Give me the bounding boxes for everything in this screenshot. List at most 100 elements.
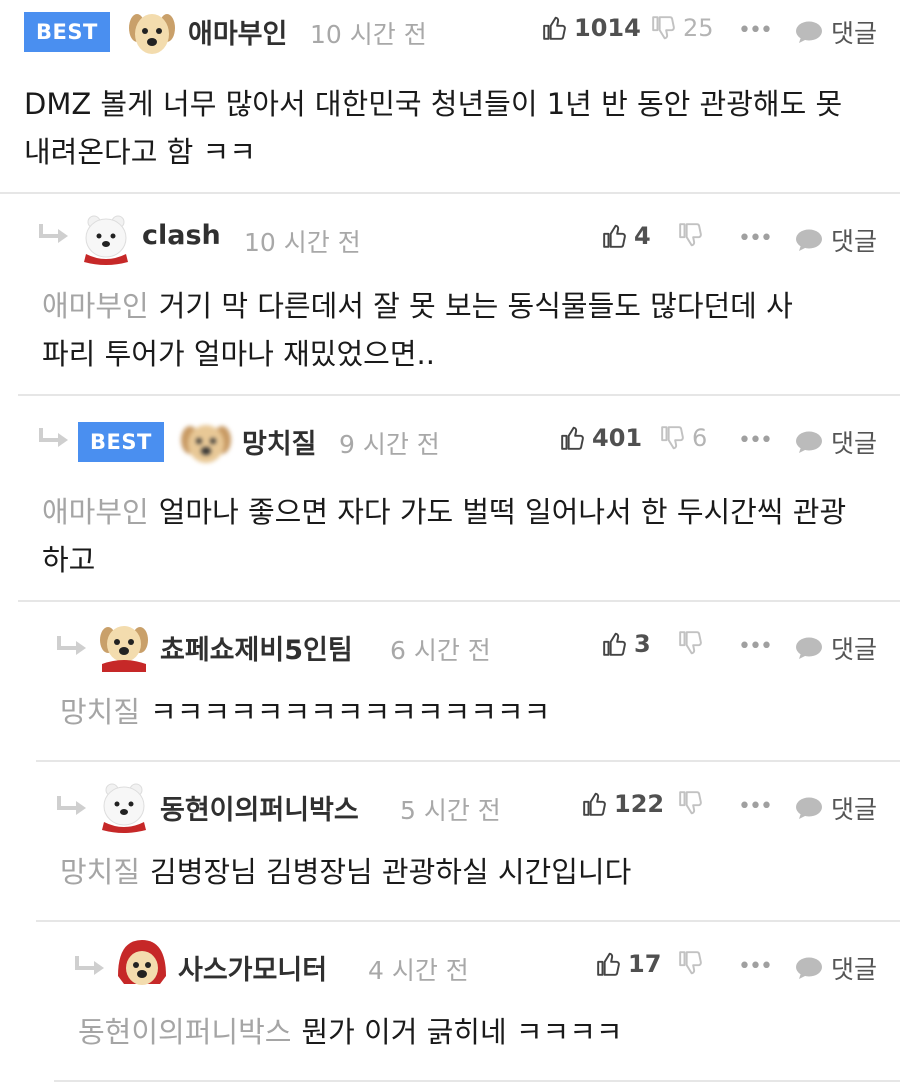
comment-body: 얼마나 좋으면 자다 가도 벌떡 일어나서 한 두시간씩 관광 하고 <box>42 495 847 577</box>
reply-arrow-icon <box>56 634 88 658</box>
thumbs-down-icon <box>661 426 684 450</box>
avatar[interactable] <box>78 210 134 266</box>
thumbs-up-icon <box>597 952 620 976</box>
thumbs-up-icon <box>603 224 626 248</box>
like-button[interactable]: 401 <box>560 424 642 452</box>
more-options-icon[interactable]: ••• <box>738 634 773 659</box>
reply-label: 댓글 <box>831 795 878 824</box>
comment-body: 뭔가 이거 긁히네 ㅋㅋㅋㅋ <box>301 1015 623 1049</box>
comment-body: DMZ 볼게 너무 많아서 대한민국 청년들이 1년 반 동안 관광해도 못 내… <box>24 87 843 169</box>
more-options-icon[interactable]: ••• <box>738 226 773 251</box>
thumbs-up-icon <box>561 426 584 450</box>
nickname[interactable]: clash <box>142 220 221 251</box>
dislike-count: 6 <box>692 424 708 452</box>
speech-bubble-icon <box>796 21 822 43</box>
speech-bubble-icon <box>796 229 822 251</box>
speech-bubble-icon <box>796 797 822 819</box>
comment: BEST 애마부인 10 시간 전 1014 25 ••• 댓글 DMZ 볼게 … <box>0 0 900 192</box>
dislike-button[interactable] <box>678 790 710 816</box>
reply-arrow-icon <box>56 794 88 818</box>
like-count: 1014 <box>574 14 641 42</box>
reply-button[interactable]: 댓글 <box>795 222 877 258</box>
avatar[interactable] <box>114 936 170 992</box>
timestamp: 10 시간 전 <box>310 20 427 49</box>
reply-button[interactable]: 댓글 <box>795 424 877 460</box>
timestamp: 4 시간 전 <box>368 956 469 985</box>
avatar[interactable] <box>96 618 152 674</box>
more-options-icon[interactable]: ••• <box>738 18 773 43</box>
avatar[interactable] <box>178 414 234 470</box>
comment-body: 김병장님 김병장님 관광하실 시간입니다 <box>150 855 632 889</box>
nickname[interactable]: 망치질 <box>242 422 317 461</box>
comment-text: DMZ 볼게 너무 많아서 대한민국 청년들이 1년 반 동안 관광해도 못 내… <box>24 80 864 176</box>
nickname[interactable]: 사스가모니터 <box>178 948 327 987</box>
thumbs-down-icon <box>679 951 702 975</box>
timestamp: 9 시간 전 <box>339 430 440 459</box>
reply-label: 댓글 <box>831 19 878 48</box>
reply-arrow-icon <box>38 222 70 246</box>
mention[interactable]: 애마부인 <box>42 495 149 529</box>
more-options-icon[interactable]: ••• <box>738 794 773 819</box>
thumbs-down-icon <box>652 16 675 40</box>
comment: 사스가모니터 4 시간 전 17 ••• 댓글 동현이의퍼니박스 뭔가 이거 긁히… <box>54 922 900 1080</box>
speech-bubble-icon <box>796 957 822 979</box>
dislike-button[interactable] <box>678 950 710 976</box>
mention[interactable]: 망치질 <box>60 695 140 729</box>
reply-button[interactable]: 댓글 <box>795 630 877 666</box>
like-count: 122 <box>614 790 665 818</box>
comment-text: 애마부인 얼마나 좋으면 자다 가도 벌떡 일어나서 한 두시간씩 관광 하고 <box>42 488 882 584</box>
dislike-button[interactable] <box>678 222 710 248</box>
comment-text: 망치질 김병장님 김병장님 관광하실 시간입니다 <box>60 848 860 896</box>
nickname[interactable]: 애마부인 <box>188 12 287 51</box>
dislike-button[interactable] <box>678 630 710 656</box>
dislike-count: 25 <box>683 14 714 42</box>
like-count: 3 <box>634 630 651 658</box>
comment-body: 거기 막 다른데서 잘 못 보는 동식물들도 많다던데 사파리 투어가 얼마나 … <box>42 289 793 371</box>
mention[interactable]: 동현이의퍼니박스 <box>78 1015 291 1049</box>
reply-arrow-icon <box>74 954 106 978</box>
like-button[interactable]: 17 <box>596 950 661 978</box>
speech-bubble-icon <box>796 637 822 659</box>
best-badge: BEST <box>24 12 110 52</box>
reply-button[interactable]: 댓글 <box>795 14 877 50</box>
mention[interactable]: 망치질 <box>60 855 140 889</box>
timestamp: 5 시간 전 <box>400 796 501 825</box>
mention[interactable]: 애마부인 <box>42 289 149 323</box>
reply-label: 댓글 <box>831 635 878 664</box>
reply-label: 댓글 <box>831 429 878 458</box>
comment: BEST 망치질 9 시간 전 401 6 ••• 댓글 애마부인 얼마나 좋으면… <box>18 396 900 600</box>
thumbs-down-icon <box>679 223 702 247</box>
like-button[interactable]: 1014 <box>542 14 641 42</box>
comment-text: 망치질 ㅋㅋㅋㅋㅋㅋㅋㅋㅋㅋㅋㅋㅋㅋㅋ <box>60 688 860 736</box>
like-button[interactable]: 3 <box>602 630 651 658</box>
comment: 쵸페쇼제비5인팀 6 시간 전 3 ••• 댓글 망치질 ㅋㅋㅋㅋㅋㅋㅋㅋㅋㅋㅋㅋ… <box>36 602 900 760</box>
thumbs-up-icon <box>543 16 566 40</box>
dislike-button[interactable]: 25 <box>651 14 714 42</box>
like-count: 17 <box>628 950 662 978</box>
more-options-icon[interactable]: ••• <box>738 428 773 453</box>
nickname[interactable]: 쵸페쇼제비5인팀 <box>160 628 353 667</box>
dislike-button[interactable]: 6 <box>660 424 707 452</box>
like-button[interactable]: 122 <box>582 790 664 818</box>
reply-label: 댓글 <box>831 227 878 256</box>
best-badge: BEST <box>78 422 164 462</box>
speech-bubble-icon <box>796 431 822 453</box>
thumbs-up-icon <box>583 792 606 816</box>
reply-arrow-icon <box>38 426 70 450</box>
reply-button[interactable]: 댓글 <box>795 790 877 826</box>
avatar[interactable] <box>124 4 180 60</box>
like-count: 4 <box>634 222 651 250</box>
reply-button[interactable]: 댓글 <box>795 950 877 986</box>
like-count: 401 <box>592 424 643 452</box>
timestamp: 10 시간 전 <box>244 228 361 257</box>
thumbs-up-icon <box>603 632 626 656</box>
nickname[interactable]: 동현이의퍼니박스 <box>160 788 359 827</box>
more-options-icon[interactable]: ••• <box>738 954 773 979</box>
thumbs-down-icon <box>679 631 702 655</box>
comment-body: ㅋㅋㅋㅋㅋㅋㅋㅋㅋㅋㅋㅋㅋㅋㅋ <box>150 695 551 729</box>
timestamp: 6 시간 전 <box>390 636 491 665</box>
avatar[interactable] <box>96 778 152 834</box>
comment: 동현이의퍼니박스 5 시간 전 122 ••• 댓글 망치질 김병장님 김병장님 … <box>36 762 900 920</box>
like-button[interactable]: 4 <box>602 222 651 250</box>
comment-text: 애마부인 거기 막 다른데서 잘 못 보는 동식물들도 많다던데 사파리 투어가 … <box>42 282 802 378</box>
